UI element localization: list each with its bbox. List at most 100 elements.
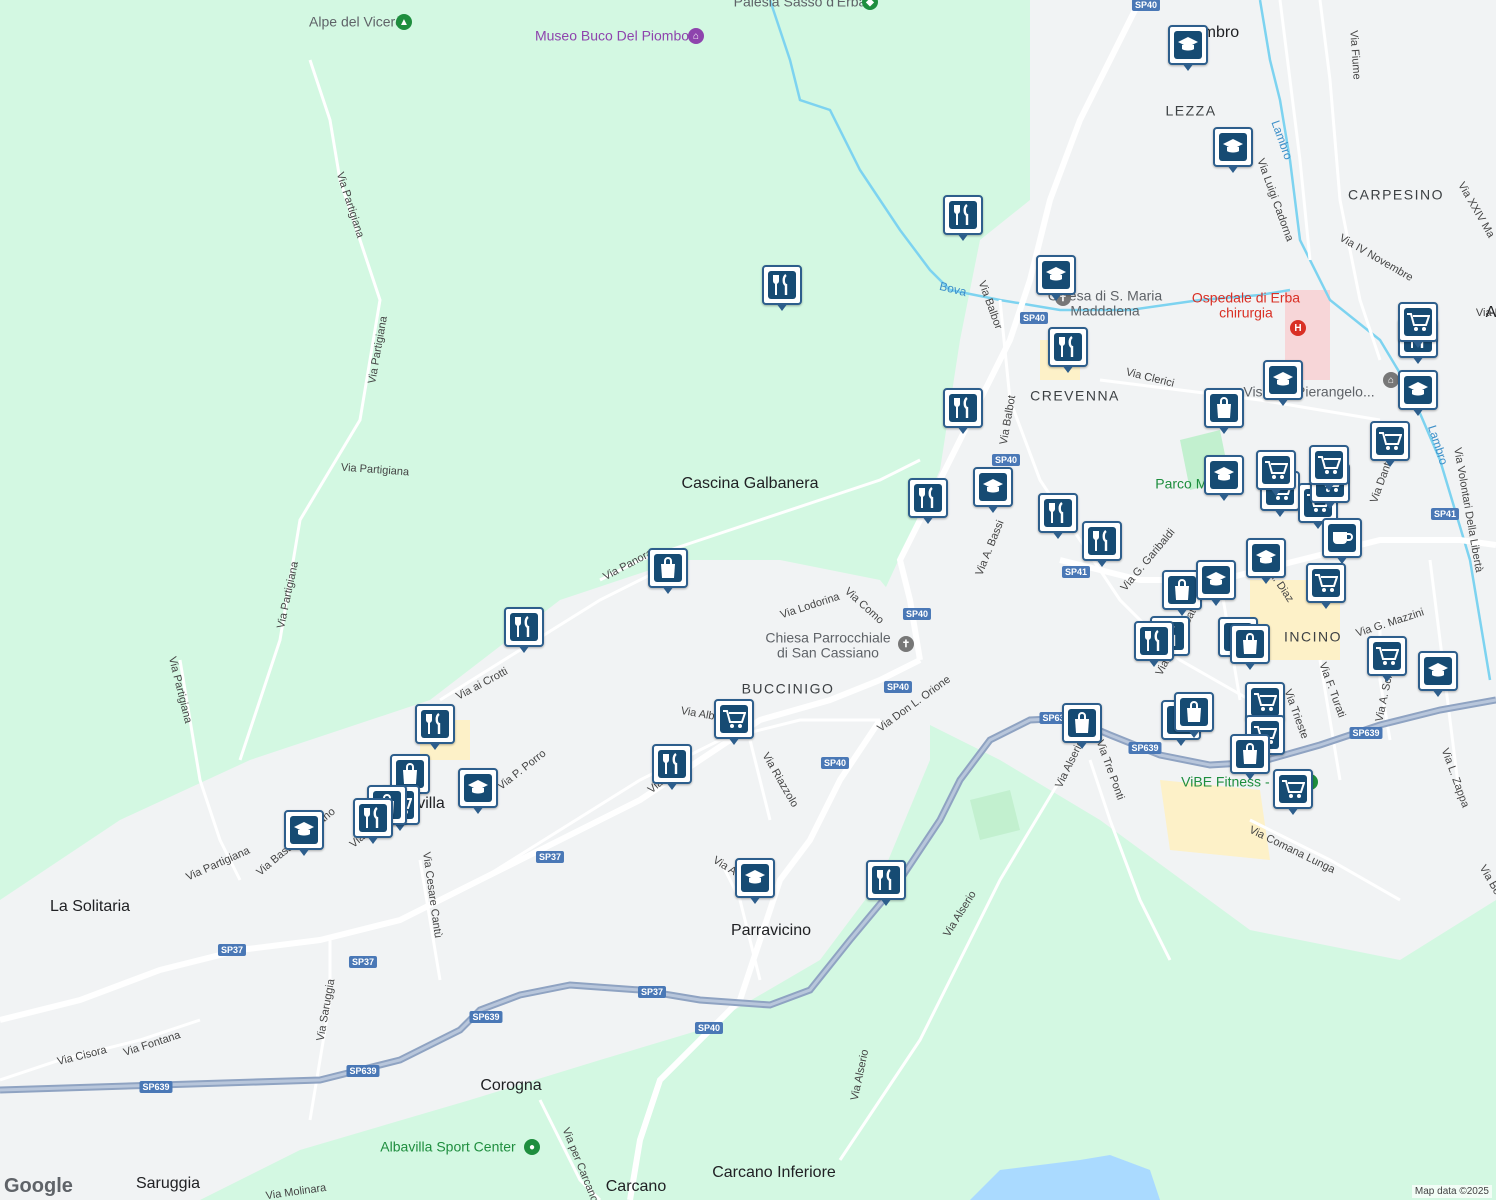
road-shield: SP639 [1128,742,1162,754]
poi-dot-icon[interactable]: ⌂ [1383,372,1399,388]
place-label: LEZZA [1165,102,1217,119]
school-marker[interactable] [1398,370,1438,416]
road-shield: SP37 [348,956,378,968]
restaurant-marker[interactable] [1134,621,1174,667]
place-label[interactable]: Alpe del Vicerè [309,13,403,29]
road-shield: SP41 [1430,508,1460,520]
restaurant-marker[interactable] [652,744,692,790]
school-icon [1042,261,1070,289]
place-label: Saruggia [135,1175,201,1193]
shopping-icon [1236,630,1264,658]
grocery-icon [720,705,748,733]
grocery-marker[interactable] [714,699,754,745]
poi-dot-icon[interactable]: ✝ [898,636,914,652]
shopping-marker[interactable] [1174,692,1214,738]
restaurant-icon [658,750,686,778]
restaurant-icon [1044,499,1072,527]
shopping-marker[interactable] [1230,624,1270,670]
shopping-marker[interactable] [1204,388,1244,434]
grocery-icon [1404,308,1432,336]
restaurant-icon [1088,527,1116,555]
road-shield: SP639 [469,1011,503,1023]
grocery-marker[interactable] [1306,563,1346,609]
restaurant-icon [421,710,449,738]
restaurant-marker[interactable] [908,478,948,524]
school-marker[interactable] [973,467,1013,513]
coffee-icon [1328,524,1356,552]
place-label[interactable]: Albavilla Sport Center [380,1138,515,1154]
school-marker[interactable] [458,768,498,814]
shopping-marker[interactable] [1062,703,1102,749]
restaurant-marker[interactable] [762,265,802,311]
restaurant-marker[interactable] [1082,521,1122,567]
restaurant-marker[interactable] [1048,327,1088,373]
school-marker[interactable] [1213,127,1253,173]
place-label[interactable]: Visconti Pierangelo... [1239,383,1379,399]
place-label: Parravicino [730,922,812,940]
place-label: Cascina Galbanera [681,475,819,493]
restaurant-marker[interactable] [943,195,983,241]
school-marker[interactable] [1196,560,1236,606]
shopping-icon [1210,394,1238,422]
school-icon [741,864,769,892]
school-icon [1219,133,1247,161]
shopping-icon [1236,740,1264,768]
road-shield: SP40 [1131,0,1161,11]
restaurant-marker[interactable] [943,388,983,434]
restaurant-icon [914,484,942,512]
map-canvas[interactable]: Alpe del Vicerè Museo Buco Del Piombo Pale… [0,0,1496,1200]
place-label: La Solitaria [49,898,131,916]
school-marker[interactable] [1036,255,1076,301]
road-shield: SP639 [346,1065,380,1077]
road-shield: SP37 [535,851,565,863]
shopping-icon [654,554,682,582]
grocery-marker[interactable] [1273,769,1313,815]
shopping-marker[interactable] [648,548,688,594]
restaurant-marker[interactable] [415,704,455,750]
map-attribution[interactable]: Map data ©2025 [1411,1185,1492,1198]
school-marker[interactable] [284,810,324,856]
school-marker[interactable] [1246,538,1286,584]
school-icon [290,816,318,844]
poi-dot-icon[interactable]: ● [524,1139,540,1155]
restaurant-icon [510,613,538,641]
school-marker[interactable] [1204,455,1244,501]
school-marker[interactable] [1168,25,1208,71]
school-marker[interactable] [735,858,775,904]
restaurant-marker[interactable] [353,798,393,844]
grocery-icon [1376,427,1404,455]
place-label[interactable]: Palesia Sasso d'Erba [734,0,867,10]
school-icon [979,473,1007,501]
restaurant-icon [359,804,387,832]
grocery-marker[interactable] [1370,421,1410,467]
road-shield: SP40 [820,757,850,769]
place-label[interactable]: Ospedale di Erba chirurgia [1176,290,1316,322]
shopping-marker[interactable] [1230,734,1270,780]
school-marker[interactable] [1263,360,1303,406]
school-icon [1202,566,1230,594]
restaurant-icon [1140,627,1168,655]
place-label[interactable]: ViBE Fitness - E [1181,773,1283,789]
grocery-marker[interactable] [1398,302,1438,348]
restaurant-marker[interactable] [504,607,544,653]
place-label[interactable]: Museo Buco Del Piombo [535,27,689,43]
place-label[interactable]: Chiesa Parrocchiale di San Cassiano [758,630,898,662]
road-shield: SP639 [139,1081,173,1093]
shopping-icon [1180,698,1208,726]
school-icon [1404,376,1432,404]
restaurant-marker[interactable] [1038,493,1078,539]
grocery-marker[interactable] [1256,450,1296,496]
restaurant-icon [872,866,900,894]
poi-dot-icon[interactable]: H [1290,320,1306,336]
grocery-marker[interactable] [1367,636,1407,682]
grocery-icon [1262,456,1290,484]
grocery-marker[interactable] [1309,445,1349,491]
school-marker[interactable] [1418,651,1458,697]
poi-dot-icon[interactable]: ⌂ [688,28,704,44]
coffee-marker[interactable] [1322,518,1362,564]
google-logo: Google [4,1175,73,1197]
poi-dot-icon[interactable]: ▲ [396,14,412,30]
place-label: Corogna [480,1077,542,1095]
restaurant-marker[interactable] [866,860,906,906]
road-shield: SP37 [637,986,667,998]
